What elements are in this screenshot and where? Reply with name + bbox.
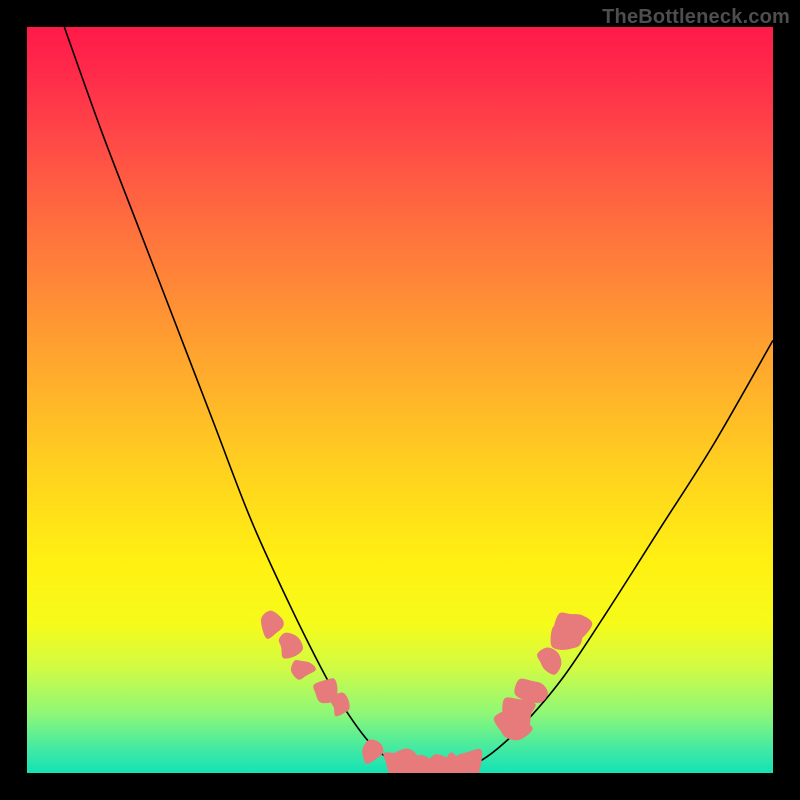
blob-bottom-1 [362,740,383,764]
blob-bottom-7 [452,749,483,773]
blob-right-4 [537,647,561,674]
blob-left-3 [291,660,316,680]
bottleneck-chart [27,27,773,773]
blob-left-1 [261,611,284,639]
watermark-text: TheBottleneck.com [602,6,790,29]
curve-markers [261,611,592,773]
blob-left-2 [279,633,303,659]
chart-area [27,27,773,773]
bottleneck-curve [64,27,773,772]
